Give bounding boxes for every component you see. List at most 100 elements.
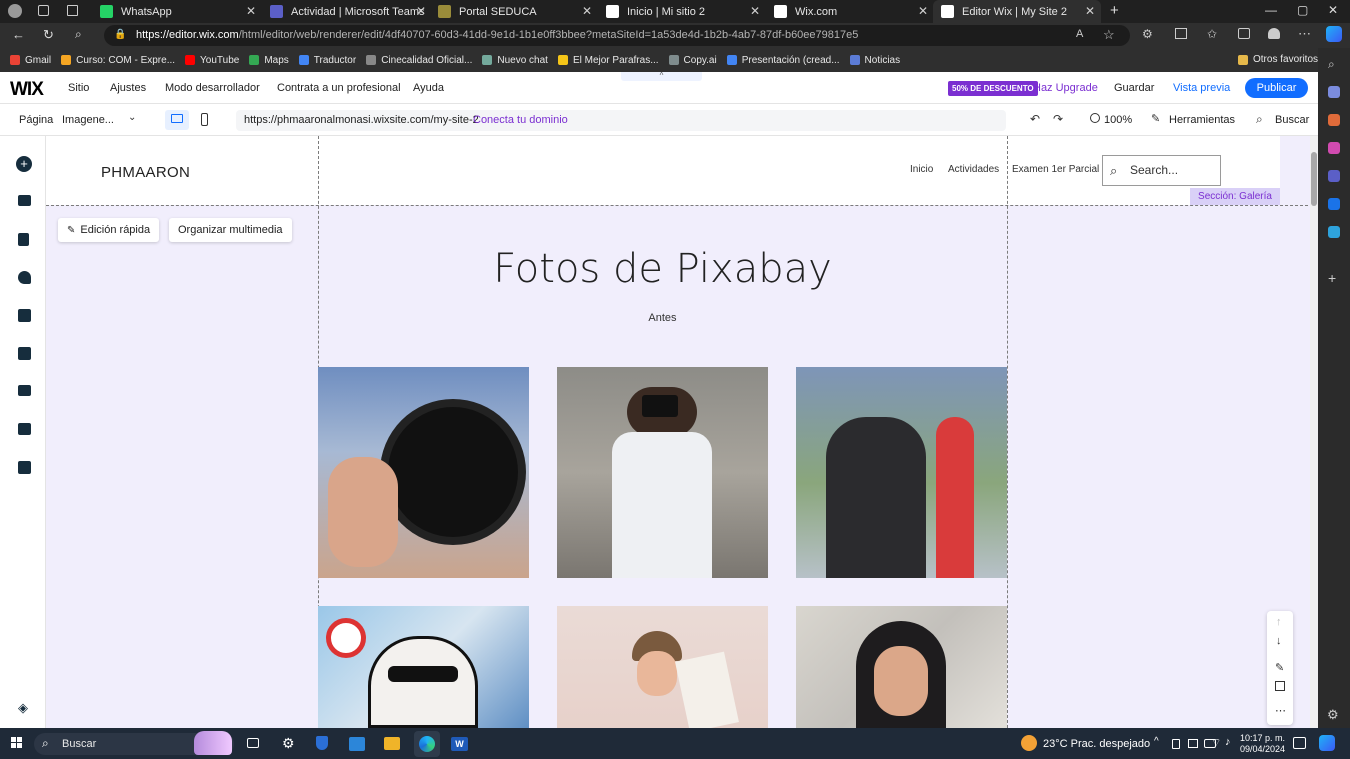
pages-icon[interactable] [18,233,29,246]
gallery-photo-3[interactable] [796,367,1007,578]
section-label[interactable]: Sección: Galería [1190,188,1280,205]
organize-media-button[interactable]: Organizar multimedia [169,218,292,242]
tools-icon[interactable]: ✎ [1151,112,1160,125]
edge-app-icon[interactable] [419,736,435,752]
bookmark-item[interactable]: Curso: COM - Expre... [61,55,175,66]
add-section-icon[interactable] [18,195,31,206]
file-explorer-icon[interactable] [384,737,400,750]
security-app-icon[interactable] [316,736,328,750]
scroll-up-icon[interactable]: ↑ [1276,616,1282,628]
bookmark-item[interactable]: Noticias [849,55,900,66]
bookmark-item[interactable]: Maps [249,55,289,66]
close-tab-icon[interactable]: ✕ [582,4,592,18]
upgrade-link[interactable]: Haz Upgrade [1033,82,1098,94]
weather-text[interactable]: 23°C Prac. despejado [1043,738,1150,750]
publish-button[interactable]: Publicar [1245,78,1308,98]
gallery-photo-1[interactable] [318,367,529,578]
nav-inicio[interactable]: Inicio [910,164,933,175]
notifications-icon[interactable] [1293,737,1306,749]
site-name[interactable]: PHMAARON [101,164,190,181]
bookmark-item[interactable]: El Mejor Parafras... [557,55,659,66]
close-tab-icon[interactable]: ✕ [918,4,928,18]
nav-examen[interactable]: Examen 1er Parcial [1012,164,1099,175]
browser-tab[interactable]: Portal SEDUCA ✕ [430,0,598,23]
discount-badge[interactable]: 50% DE DESCUENTO [948,81,1038,96]
tray-app-icon[interactable] [1188,739,1198,748]
gallery-photo-4[interactable] [318,606,529,728]
maximize-icon[interactable]: ▢ [1297,3,1308,17]
sidebar-outlook-icon[interactable] [1328,198,1340,210]
wifi-icon[interactable]: ⌔ [1211,736,1221,750]
gallery-photo-2[interactable] [557,367,768,578]
windows-start-icon[interactable] [11,737,22,748]
wix-search-button[interactable]: Buscar [1275,114,1309,126]
word-app-icon[interactable]: W [451,737,468,751]
back-icon[interactable]: ← [12,27,25,42]
tab-actions-icon[interactable] [67,5,78,16]
app-market-icon[interactable] [18,347,31,360]
chevron-down-icon[interactable]: ⌄ [128,112,136,123]
show-hidden-icons[interactable]: ^ [1154,736,1159,747]
bookmark-item[interactable]: Nuevo chat [482,55,548,66]
search-icon[interactable]: ⌕ [75,27,82,42]
copilot-taskbar-icon[interactable] [1319,735,1335,751]
task-view-icon[interactable] [247,738,259,748]
browser-essentials-icon[interactable] [1268,28,1280,39]
sidebar-tools-icon[interactable] [1328,114,1340,126]
wix-logo[interactable]: WIX [10,79,44,101]
sidebar-games-icon[interactable] [1328,142,1340,154]
bookmark-item[interactable]: Presentación (cread... [726,55,840,66]
lock-icon[interactable]: 🔒 [114,29,126,40]
menu-contrata[interactable]: Contrata a un profesional [277,82,401,94]
favorites-icon[interactable]: ✩ [1207,27,1217,41]
zoom-level[interactable]: 100% [1104,114,1132,126]
browser-tab[interactable]: Wix.com ✕ [766,0,934,23]
tools-button[interactable]: Herramientas [1169,114,1235,126]
clock[interactable]: 10:17 p. m. 09/04/2024 [1240,733,1285,755]
zoom-out-icon[interactable] [1090,113,1100,123]
gallery-subtitle[interactable]: Antes [318,312,1007,324]
bookmark-item[interactable]: YouTube [185,55,239,66]
collapse-bar-icon[interactable]: ^ [621,72,702,81]
copilot-icon[interactable] [1326,26,1342,42]
undo-icon[interactable]: ↶ [1030,112,1040,126]
browser-tab[interactable]: Actividad | Microsoft Teams ✕ [262,0,432,23]
quick-edit-button[interactable]: ✎ Edición rápida [58,218,160,242]
wix-search-icon[interactable]: ⌕ [1256,112,1263,127]
page-selector[interactable]: Imagene... [62,114,114,126]
preview-button[interactable]: Vista previa [1173,82,1230,94]
sidebar-drop-icon[interactable] [1328,226,1340,238]
edit-pencil-icon[interactable]: ✎ [1275,661,1284,674]
other-bookmarks[interactable]: Otros favoritos [1238,54,1318,65]
business-tools-icon[interactable] [18,461,31,474]
layout-icon[interactable] [1275,681,1285,691]
split-screen-icon[interactable] [1175,28,1187,39]
scroll-down-icon[interactable]: ↓ [1276,635,1282,647]
volume-icon[interactable]: ♪ [1225,736,1231,748]
site-design-icon[interactable] [18,271,31,284]
more-options-icon[interactable]: ⋯ [1275,704,1286,717]
collections-icon[interactable] [1238,28,1250,39]
sidebar-search-icon[interactable]: ⌕ [1328,57,1335,72]
gallery-title[interactable]: Fotos de Pixabay [318,246,1007,292]
bookmark-item[interactable]: Copy.ai [668,55,717,66]
close-tab-icon[interactable]: ✕ [750,4,760,18]
sidebar-settings-icon[interactable]: ⚙ [1327,707,1339,723]
add-apps-icon[interactable] [18,309,31,322]
minimize-icon[interactable]: — [1265,3,1277,17]
mobile-view-icon[interactable] [201,113,208,126]
menu-sitio[interactable]: Sitio [68,82,89,94]
connect-domain-link[interactable]: Conecta tu dominio [473,114,568,126]
bookmark-item[interactable]: Gmail [10,55,51,66]
profile-avatar[interactable] [8,4,22,18]
layers-icon[interactable]: ◈ [18,700,28,716]
usb-icon[interactable] [1172,739,1180,749]
cms-icon[interactable] [18,423,31,435]
gallery-photo-5[interactable] [557,606,768,728]
menu-ajustes[interactable]: Ajustes [110,82,146,94]
close-window-icon[interactable]: ✕ [1328,3,1338,17]
bookmark-item[interactable]: Traductor [298,55,356,66]
settings-app-icon[interactable]: ⚙ [282,735,295,752]
redo-icon[interactable]: ↷ [1053,112,1063,126]
bookmark-item[interactable]: Cinecalidad Oficial... [366,55,472,66]
